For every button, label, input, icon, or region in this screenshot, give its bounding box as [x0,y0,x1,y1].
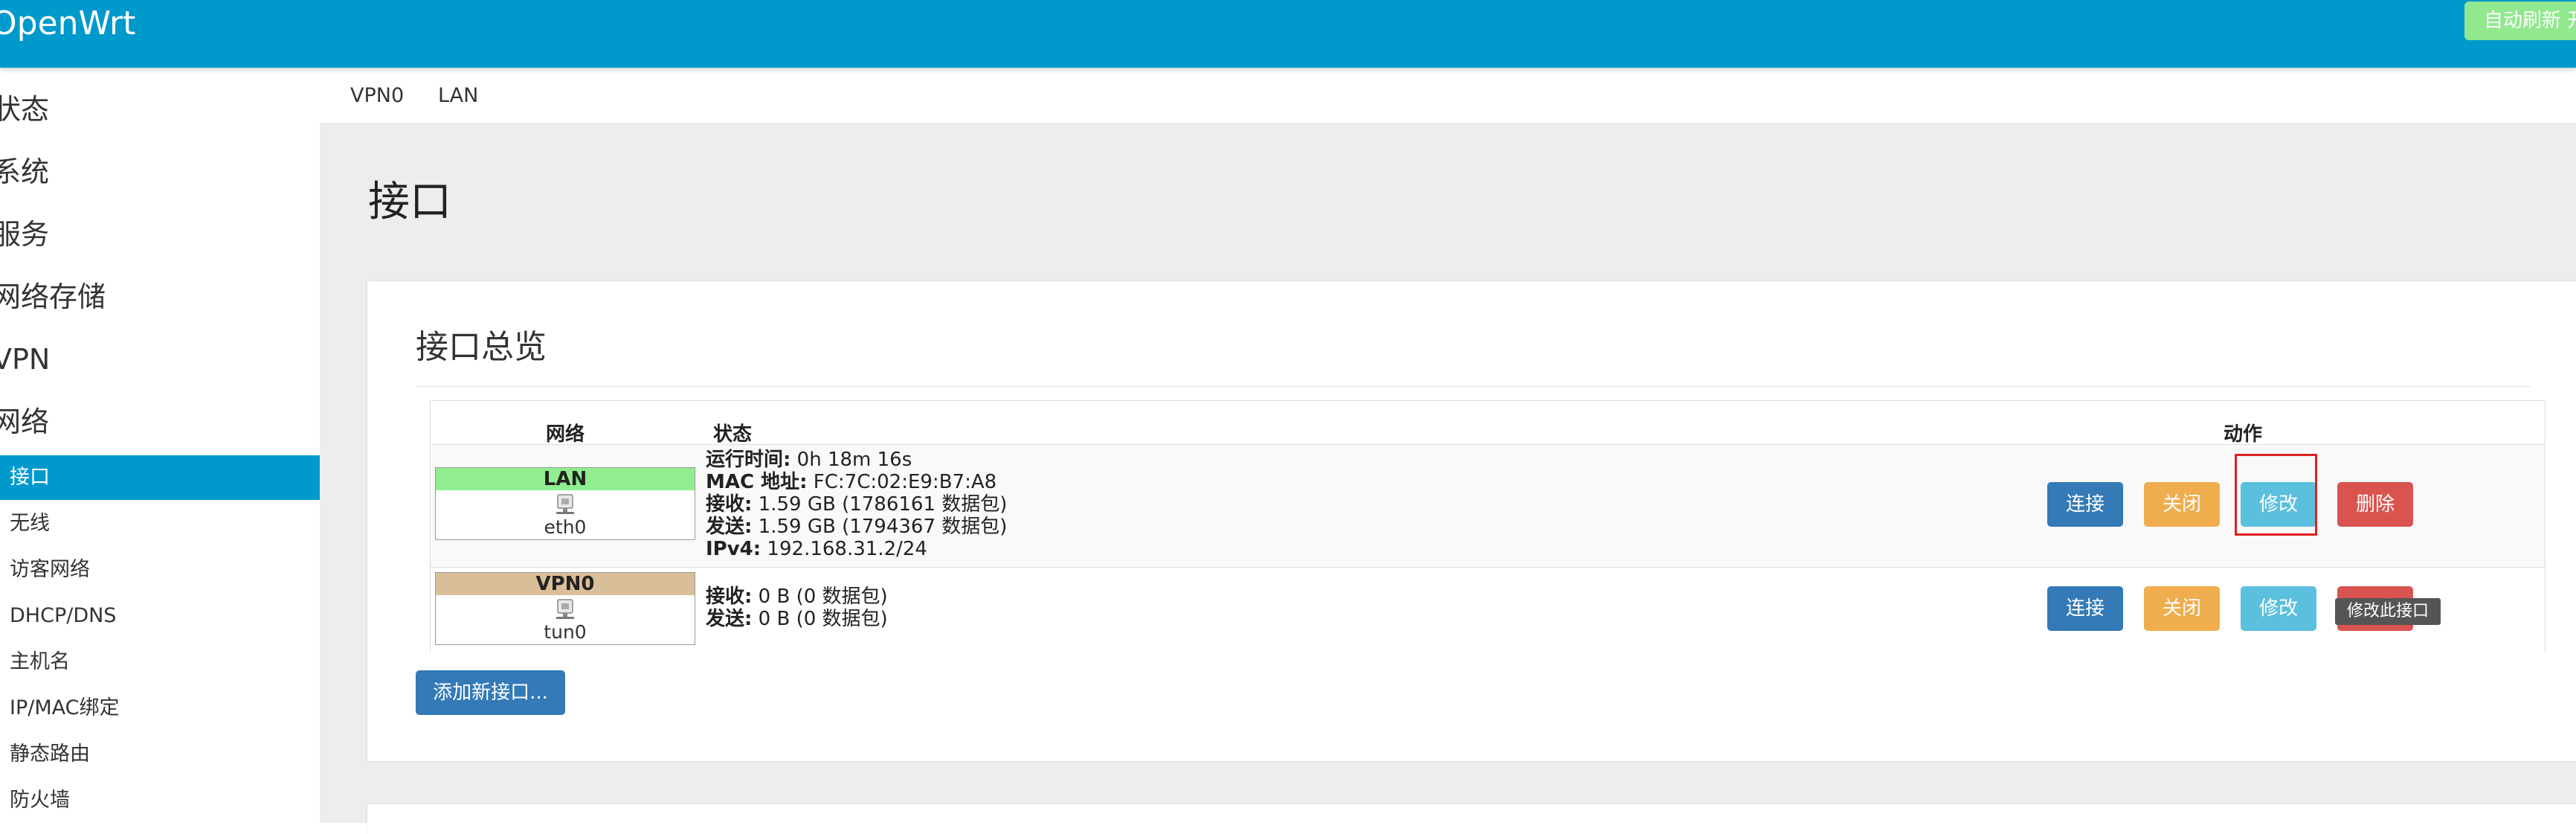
sidebar-menu-status[interactable]: 状态 [0,92,49,127]
sidebar-menu-vpn[interactable]: VPN [0,341,50,377]
sidebar-item-guest-network[interactable]: 访客网络 [0,548,320,592]
status-line-rx: 接收: 0 B (0 数据包) [706,586,888,608]
top-header: OpenWrt 自动刷新 开 [0,0,2576,68]
sidebar-menu-nas[interactable]: 网络存储 [0,279,106,315]
column-header-status: 状态 [713,423,753,446]
column-header-network: 网络 [546,423,585,446]
sidebar-menu-network[interactable]: 网络 [0,404,49,440]
edit-button[interactable]: 修改 [2241,586,2316,631]
delete-button[interactable]: 删除 [2337,482,2413,527]
network-badge-vpn0[interactable]: VPN0 tun0 [435,572,695,645]
column-header-actions: 动作 [2224,423,2263,446]
sidebar-item-ip-mac-binding[interactable]: IP/MAC绑定 [0,686,320,731]
section-title: 接口总览 [416,328,547,366]
sidebar-menu-services[interactable]: 服务 [0,216,49,252]
connect-button[interactable]: 连接 [2047,586,2123,631]
status-line-tx: 发送: 0 B (0 数据包) [706,608,888,630]
next-section-card [367,804,2576,834]
status-line-tx: 发送: 1.59 GB (1794367 数据包) [706,516,1008,538]
page-title: 接口 [368,178,451,226]
device-name: tun0 [544,621,587,643]
sidebar-item-interfaces[interactable]: 接口 [0,455,320,500]
auto-refresh-toggle[interactable]: 自动刷新 开 [2464,1,2576,40]
tab-lan[interactable]: LAN [438,84,478,107]
connect-button[interactable]: 连接 [2047,482,2123,527]
sidebar-item-hostnames[interactable]: 主机名 [0,640,320,684]
add-interface-button[interactable]: 添加新接口... [416,670,565,715]
sidebar-menu-system[interactable]: 系统 [0,154,49,190]
interface-overview-card: 接口总览 网络 状态 动作 LAN eth0 运行时间: 0h 18m 16s … [367,281,2576,761]
close-button[interactable]: 关闭 [2144,586,2220,631]
status-line-rx: 接收: 1.59 GB (1786161 数据包) [706,493,1008,516]
close-button[interactable]: 关闭 [2144,482,2220,527]
device-name: eth0 [544,516,587,538]
status-line-uptime: 运行时间: 0h 18m 16s [706,449,912,471]
edit-highlight-box [2235,454,2317,536]
sidebar-item-firewall[interactable]: 防火墙 [0,778,320,823]
interface-status-vpn0: 接收: 0 B (0 数据包) 发送: 0 B (0 数据包) [706,586,888,630]
brand-logo[interactable]: OpenWrt [0,3,135,45]
status-line-ipv4: IPv4: 192.168.31.2/24 [706,538,927,560]
ethernet-port-icon [556,494,574,514]
interface-table: 网络 状态 动作 LAN eth0 运行时间: 0h 18m 16s MAC 地… [430,400,2546,652]
status-line-mac: MAC 地址: FC:7C:02:E9:B7:A8 [706,471,997,493]
table-row-lan: LAN eth0 运行时间: 0h 18m 16s MAC 地址: FC:7C:… [431,444,2545,568]
section-divider [416,386,2531,387]
edit-tooltip: 修改此接口 [2335,598,2441,625]
sidebar-item-static-routes[interactable]: 静态路由 [0,732,320,777]
sidebar-item-wireless[interactable]: 无线 [0,501,320,546]
main-content: VPN0 LAN 接口 接口总览 网络 状态 动作 LAN eth0 运行时间:… [320,68,2576,834]
network-badge-lan[interactable]: LAN eth0 [435,467,695,540]
sidebar-item-dhcp-dns[interactable]: DHCP/DNS [0,594,320,638]
interface-status-lan: 运行时间: 0h 18m 16s MAC 地址: FC:7C:02:E9:B7:… [706,449,1007,560]
interface-tabs: VPN0 LAN [320,68,2576,123]
table-row-vpn0: VPN0 tun0 接收: 0 B (0 数据包) 发送: 0 B (0 数据包… [431,567,2545,652]
sidebar: 状态 系统 服务 网络存储 VPN 网络 接口 无线 访客网络 DHCP/DNS… [0,68,321,823]
tab-vpn0[interactable]: VPN0 [350,84,404,107]
network-name: VPN0 [436,573,695,595]
ethernet-port-icon [556,599,574,619]
network-name: LAN [436,468,695,490]
